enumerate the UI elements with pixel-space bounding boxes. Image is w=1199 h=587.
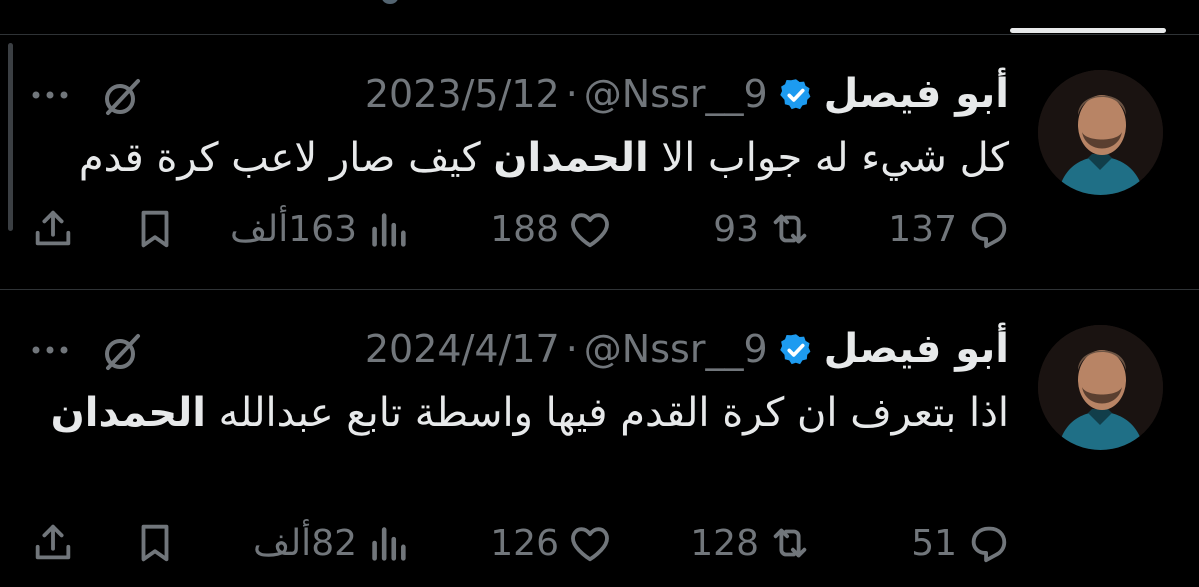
more-icon[interactable] <box>30 330 70 370</box>
reply-count: 137 <box>888 208 957 250</box>
separator-dot: · <box>565 72 578 116</box>
tweet-text-part: كيف صار لاعب كرة قدم <box>78 135 494 181</box>
handle[interactable]: @Nssr__9 <box>584 325 768 373</box>
tweet-actions: 51 128 126 82ألف <box>0 515 1199 571</box>
tweet-text-highlight: الحمدان <box>50 390 206 436</box>
tweet-text-part: كل شيء له جواب الا <box>648 135 1009 181</box>
tweet-text-highlight: الحمدان <box>493 135 649 181</box>
handle[interactable]: @Nssr__9 <box>584 70 768 118</box>
avatar[interactable] <box>1038 325 1163 450</box>
retweet-button[interactable]: 128 <box>690 515 813 571</box>
share-button[interactable] <box>30 201 76 257</box>
grok-icon[interactable] <box>100 75 144 119</box>
avatar[interactable] <box>1038 70 1163 195</box>
display-name[interactable]: أبو فيصل <box>824 325 1009 373</box>
active-tab-indicator <box>1010 28 1166 33</box>
bookmark-icon <box>141 210 169 248</box>
views-button[interactable]: 82ألف <box>253 515 411 571</box>
grok-icon[interactable] <box>100 330 144 374</box>
reply-icon <box>971 526 1007 563</box>
like-button[interactable]: 126 <box>490 515 613 571</box>
more-icon[interactable] <box>30 75 70 115</box>
views-count: 163ألف <box>230 208 357 250</box>
retweet-icon <box>773 528 807 558</box>
share-icon <box>35 210 71 246</box>
reply-button[interactable]: 137 <box>888 201 1011 257</box>
tweet-actions: 137 93 188 163ألف <box>0 201 1199 257</box>
tweet-date[interactable]: 2024/4/17 <box>365 325 560 373</box>
display-name[interactable]: أبو فيصل <box>824 70 1009 118</box>
like-icon <box>571 527 609 562</box>
bookmark-button[interactable] <box>132 515 178 571</box>
retweet-count: 128 <box>690 522 759 564</box>
bookmark-button[interactable] <box>132 201 178 257</box>
tweet[interactable]: أبو فيصل @Nssr__9 · 2023/5/12 كل شيء له … <box>0 35 1199 289</box>
like-count: 188 <box>490 208 559 250</box>
tweet-text: كل شيء له جواب الا الحمدان كيف صار لاعب … <box>49 130 1009 186</box>
like-button[interactable]: 188 <box>490 201 613 257</box>
share-icon <box>35 524 71 560</box>
retweet-button[interactable]: 93 <box>713 201 813 257</box>
tweet-date[interactable]: 2023/5/12 <box>365 70 560 118</box>
like-count: 126 <box>490 522 559 564</box>
bookmark-icon <box>141 524 169 562</box>
views-count: 82ألف <box>252 522 357 564</box>
tweet[interactable]: أبو فيصل @Nssr__9 · 2024/4/17 اذا بتعرف … <box>0 290 1199 587</box>
tweet-text-part: اذا بتعرف ان كرة القدم فيها واسطة تابع ع… <box>205 390 1009 436</box>
share-button[interactable] <box>30 515 76 571</box>
tweet-text: اذا بتعرف ان كرة القدم فيها واسطة تابع ع… <box>49 385 1009 441</box>
reply-count: 51 <box>911 522 957 564</box>
reply-button[interactable]: 51 <box>911 515 1011 571</box>
tweet-header: أبو فيصل @Nssr__9 · 2023/5/12 <box>365 70 1009 118</box>
reply-icon <box>971 212 1007 249</box>
retweet-count: 93 <box>713 208 759 250</box>
top-partial-avatar <box>382 0 398 4</box>
views-icon <box>372 213 406 247</box>
retweet-icon <box>773 214 807 244</box>
views-button[interactable]: 163ألف <box>230 201 411 257</box>
like-icon <box>571 213 609 248</box>
verified-badge-icon <box>778 76 814 112</box>
separator-dot: · <box>565 327 578 371</box>
tweet-header: أبو فيصل @Nssr__9 · 2024/4/17 <box>365 325 1009 373</box>
views-icon <box>372 527 406 561</box>
verified-badge-icon <box>778 331 814 367</box>
